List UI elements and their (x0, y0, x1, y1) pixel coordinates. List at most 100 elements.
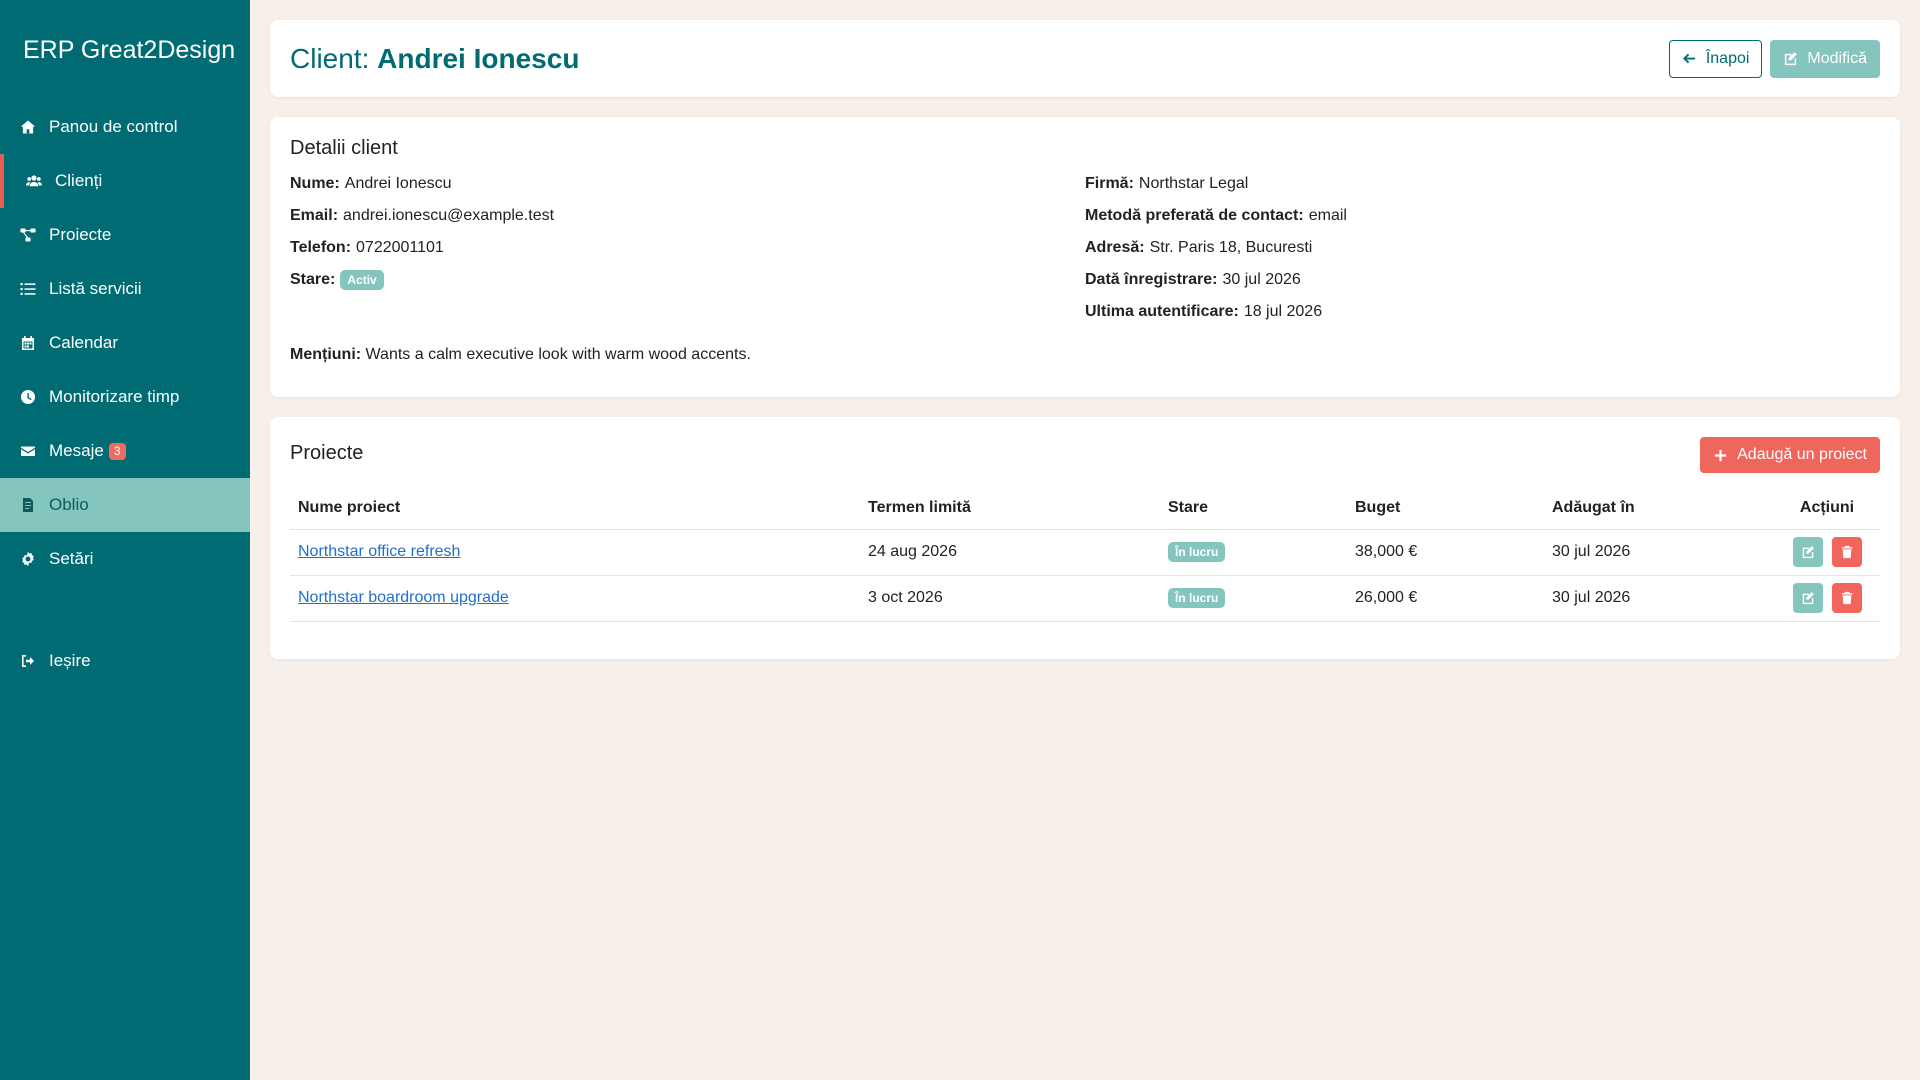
detail-label: Telefon: (290, 239, 352, 256)
detail-label: Nume: (290, 175, 340, 192)
trash-icon (1841, 545, 1852, 559)
detail-value: Str. Paris 18, Bucuresti (1149, 239, 1313, 256)
brand-logo[interactable]: ERP Great2Design (0, 0, 250, 100)
column-header[interactable]: Termen limită (860, 487, 1160, 530)
status-cell: În lucru (1160, 575, 1347, 622)
detail-contact-method: Metodă preferată de contact: email (1085, 200, 1880, 232)
sidebar-item-calendar[interactable]: Calendar (0, 316, 250, 370)
detail-value: 18 jul 2026 (1243, 303, 1323, 320)
client-details-grid: Nume: Andrei Ionescu Email: andrei.iones… (290, 168, 1880, 328)
sidebar: ERP Great2Design Panou de control Clienț… (0, 0, 250, 1080)
invoice-icon (20, 497, 36, 513)
actions-cell (1774, 575, 1880, 622)
clock-icon (20, 389, 36, 405)
delete-project-button[interactable] (1831, 537, 1862, 567)
edit-icon (1802, 546, 1814, 559)
project-link[interactable]: Northstar boardroom upgrade (298, 589, 509, 606)
detail-address: Adresă: Str. Paris 18, Bucuresti (1085, 232, 1880, 264)
sidebar-item-projects[interactable]: Proiecte (0, 208, 250, 262)
home-icon (20, 119, 36, 135)
detail-last-login: Ultima autentificare: 18 jul 2026 (1085, 296, 1880, 328)
detail-value: Northstar Legal (1138, 175, 1249, 192)
detail-label: Firmă: (1085, 175, 1134, 192)
sidebar-item-clients[interactable]: Clienți (0, 154, 250, 208)
sidebar-item-services[interactable]: Listă servicii (0, 262, 250, 316)
detail-label: Email: (290, 207, 339, 224)
detail-label: Ultima autentificare: (1085, 303, 1239, 320)
sign-out-icon (20, 653, 36, 669)
column-header[interactable]: Nume proiect (290, 487, 860, 530)
detail-value: Wants a calm executive look with warm wo… (365, 346, 751, 363)
gear-icon (20, 551, 36, 567)
add-project-label: Adaugă un proiect (1737, 446, 1867, 463)
column-header[interactable]: Adăugat în (1544, 487, 1774, 530)
users-icon (26, 173, 42, 189)
sidebar-item-label: Calendar (49, 333, 118, 352)
header-actions: Înapoi Modifică (1668, 39, 1880, 78)
sidebar-item-label: Setări (49, 549, 94, 568)
status-badge: În lucru (1168, 542, 1226, 562)
table-header-row: Nume proiect Termen limită Stare Buget A… (290, 487, 1880, 530)
main-content: Client: Andrei Ionescu Înapoi Modifică D… (270, 20, 1900, 679)
detail-label: Mențiuni: (290, 346, 362, 363)
sidebar-item-label: Panou de control (49, 117, 178, 136)
detail-value: 0722001101 (356, 239, 444, 256)
detail-mentions: Mențiuni: Wants a calm executive look wi… (290, 346, 751, 364)
status-cell: În lucru (1160, 529, 1347, 576)
sidebar-item-label: Monitorizare timp (49, 387, 180, 406)
row-actions (1782, 537, 1872, 567)
edit-project-button[interactable] (1792, 583, 1823, 613)
table-row: Northstar office refresh 24 aug 2026 În … (290, 529, 1880, 576)
actions-cell (1774, 529, 1880, 576)
detail-label: Dată înregistrare: (1085, 271, 1218, 288)
messages-count-badge: 3 (108, 442, 126, 460)
sidebar-item-label: Ieșire (49, 651, 91, 670)
project-name-cell: Northstar office refresh (290, 529, 860, 576)
detail-phone: Telefon: 0722001101 (290, 232, 1085, 264)
client-details-card: Detalii client Nume: Andrei Ionescu Emai… (270, 117, 1900, 397)
added-cell: 30 jul 2026 (1544, 529, 1774, 576)
detail-value: Andrei Ionescu (344, 175, 452, 192)
client-name: Andrei Ionescu (377, 42, 580, 74)
sidebar-item-settings[interactable]: Setări (0, 532, 250, 586)
sidebar-item-oblio[interactable]: Oblio (0, 478, 250, 532)
edit-icon (1802, 592, 1814, 605)
detail-status: Stare: Activ (290, 264, 1085, 296)
sidebar-item-messages[interactable]: Mesaje 3 (0, 424, 250, 478)
projects-title: Proiecte (290, 441, 364, 464)
envelope-icon (20, 443, 36, 459)
page-title: Client: Andrei Ionescu (290, 43, 579, 75)
trash-icon (1841, 591, 1852, 605)
back-button-label: Înapoi (1705, 49, 1750, 67)
project-link[interactable]: Northstar office refresh (298, 543, 460, 560)
detail-label: Stare: (290, 271, 336, 288)
column-header[interactable]: Buget (1347, 487, 1544, 530)
edit-icon (1785, 52, 1798, 66)
detail-label: Adresă: (1085, 239, 1145, 256)
added-cell: 30 jul 2026 (1544, 575, 1774, 622)
status-badge: Activ (340, 270, 384, 290)
details-left-column: Nume: Andrei Ionescu Email: andrei.iones… (290, 168, 1085, 328)
detail-name: Nume: Andrei Ionescu (290, 168, 1085, 200)
sidebar-item-dashboard[interactable]: Panou de control (0, 100, 250, 154)
edit-button[interactable]: Modifică (1770, 39, 1880, 78)
deadline-cell: 3 oct 2026 (860, 575, 1160, 622)
sidebar-item-label: Mesaje (49, 441, 104, 460)
sidebar-item-time-tracking[interactable]: Monitorizare timp (0, 370, 250, 424)
sidebar-item-label: Listă servicii (49, 279, 142, 298)
column-header: Acțiuni (1774, 487, 1880, 530)
sidebar-item-label: Oblio (49, 495, 89, 514)
sidebar-item-logout[interactable]: Ieșire (0, 634, 250, 688)
add-project-button[interactable]: Adaugă un proiect (1700, 437, 1880, 473)
detail-company: Firmă: Northstar Legal (1085, 168, 1880, 200)
project-diagram-icon (20, 227, 36, 243)
detail-label: Metodă preferată de contact: (1085, 207, 1304, 224)
back-button[interactable]: Înapoi (1668, 39, 1763, 78)
detail-value: 30 jul 2026 (1222, 271, 1301, 288)
delete-project-button[interactable] (1831, 583, 1862, 613)
details-right-column: Firmă: Northstar Legal Metodă preferată … (1085, 168, 1880, 328)
edit-project-button[interactable] (1792, 537, 1823, 567)
column-header[interactable]: Stare (1160, 487, 1347, 530)
detail-value: andrei.ionescu@example.test (343, 207, 555, 224)
